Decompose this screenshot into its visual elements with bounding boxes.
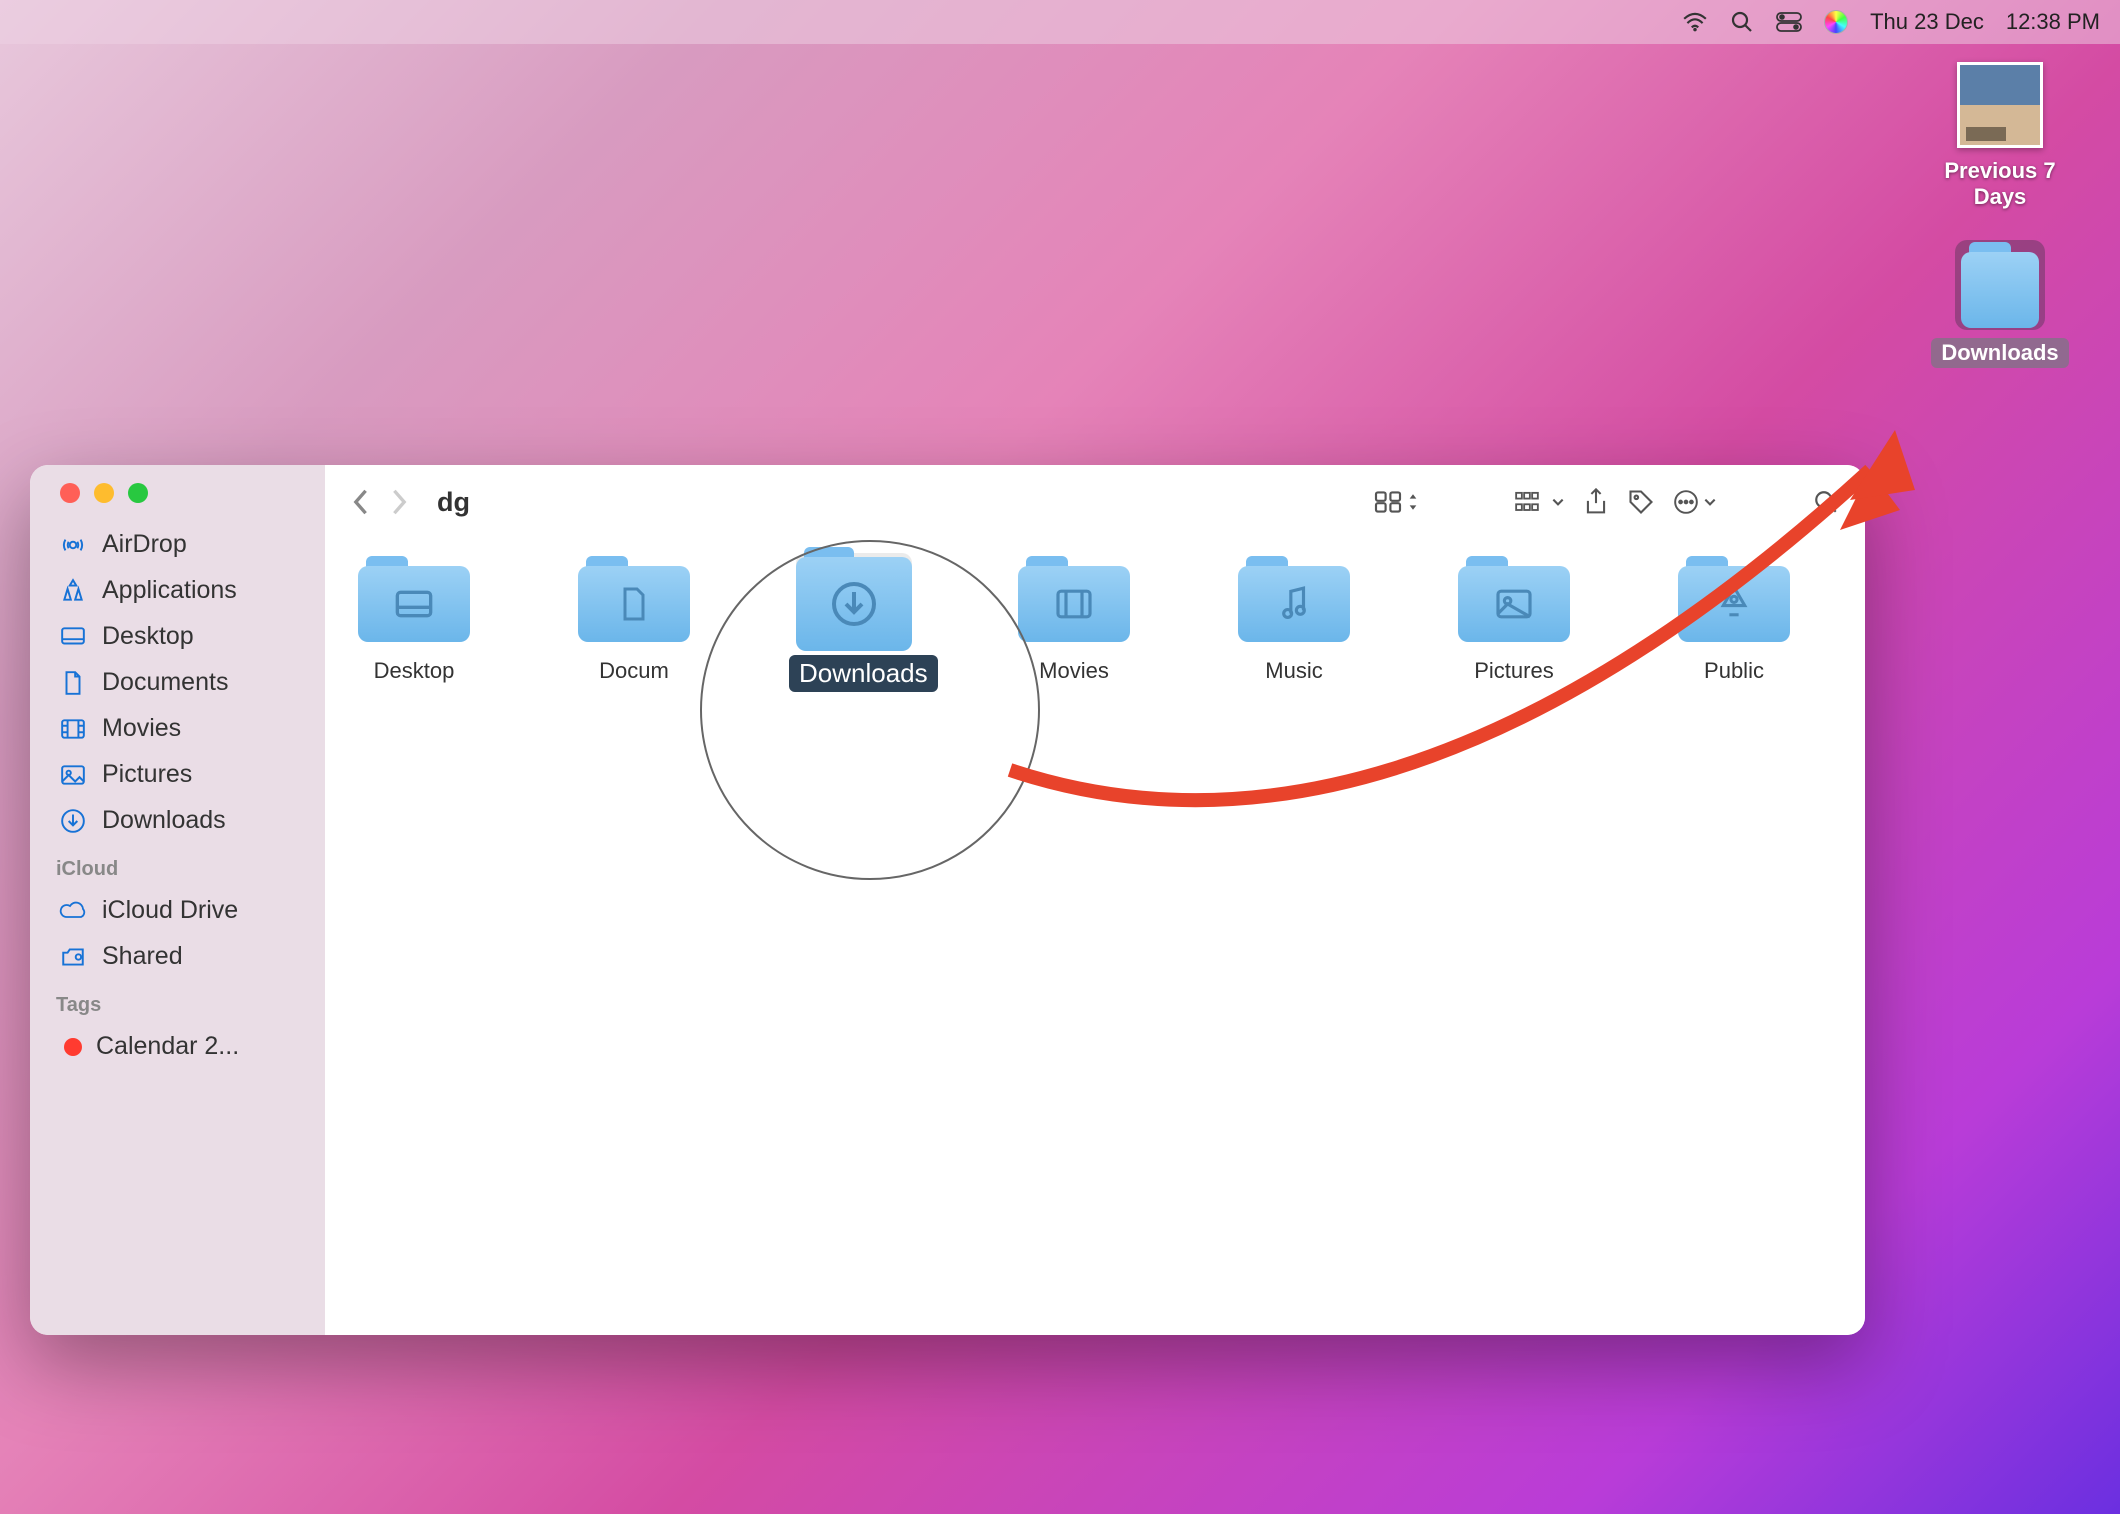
- view-icons-button[interactable]: [1373, 490, 1419, 514]
- share-button[interactable]: [1583, 487, 1609, 517]
- folder-item-movies[interactable]: Movies: [1009, 553, 1139, 692]
- folder-icon: [358, 556, 470, 642]
- sidebar-item-applications[interactable]: Applications: [38, 568, 317, 613]
- fullscreen-button[interactable]: [128, 483, 148, 503]
- folder-item-downloads[interactable]: Downloads: [789, 553, 919, 692]
- desktop-icon: [58, 626, 88, 648]
- finder-main: dg Desktop Docum Downloads: [325, 465, 1865, 1335]
- sidebar-item-label: Pictures: [102, 760, 192, 789]
- finder-window: AirDrop Applications Desktop Documents M…: [30, 465, 1865, 1335]
- sidebar-item-tag-calendar[interactable]: Calendar 2...: [38, 1024, 317, 1069]
- folder-icon: [578, 556, 690, 642]
- sidebar-header-icloud: iCloud: [30, 852, 325, 887]
- sidebar-item-airdrop[interactable]: AirDrop: [38, 522, 317, 567]
- folder-label: Movies: [1029, 655, 1119, 687]
- sidebar-header-tags: Tags: [30, 988, 325, 1023]
- minimize-button[interactable]: [94, 483, 114, 503]
- folder-icon: [1961, 242, 2039, 328]
- wifi-icon[interactable]: [1682, 12, 1708, 32]
- folder-icon: [1458, 556, 1570, 642]
- folder-item-pictures[interactable]: Pictures: [1449, 553, 1579, 692]
- folder-label: Pictures: [1464, 655, 1563, 687]
- sidebar-item-label: Documents: [102, 668, 228, 697]
- sidebar-item-documents[interactable]: Documents: [38, 660, 317, 705]
- desktop-item-downloads[interactable]: Downloads: [1920, 240, 2080, 368]
- folder-icon: [1678, 556, 1790, 642]
- folder-icon: [796, 547, 912, 651]
- finder-content[interactable]: Desktop Docum Downloads Movies Music Pic…: [325, 539, 1865, 1335]
- desktop-item-label: Downloads: [1931, 338, 2068, 368]
- image-icon: [1957, 62, 2043, 148]
- back-button[interactable]: [351, 488, 369, 516]
- pictures-icon: [58, 764, 88, 786]
- sidebar-item-label: Shared: [102, 942, 183, 971]
- sidebar-item-desktop[interactable]: Desktop: [38, 614, 317, 659]
- movies-icon: [58, 718, 88, 740]
- sidebar-item-label: Calendar 2...: [96, 1032, 239, 1061]
- menubar: Thu 23 Dec 12:38 PM: [0, 0, 2120, 44]
- sidebar-item-movies[interactable]: Movies: [38, 706, 317, 751]
- desktop-item-label: Previous 7 Days: [1920, 158, 2080, 210]
- folder-label: Desktop: [364, 655, 465, 687]
- sidebar-item-shared[interactable]: Shared: [38, 934, 317, 979]
- documents-icon: [58, 670, 88, 696]
- window-controls: [30, 483, 325, 517]
- folder-icon: [1018, 556, 1130, 642]
- sidebar-item-pictures[interactable]: Pictures: [38, 752, 317, 797]
- tag-dot-icon: [64, 1038, 82, 1056]
- folder-item-documents[interactable]: Docum: [569, 553, 699, 692]
- sidebar-item-label: iCloud Drive: [102, 896, 238, 925]
- spotlight-icon[interactable]: [1730, 10, 1754, 34]
- folder-item-public[interactable]: Public: [1669, 553, 1799, 692]
- sidebar-item-label: Applications: [102, 576, 237, 605]
- sidebar-item-label: AirDrop: [102, 530, 187, 559]
- search-button[interactable]: [1813, 489, 1839, 515]
- shared-icon: [58, 946, 88, 968]
- folder-item-desktop[interactable]: Desktop: [349, 553, 479, 692]
- cloud-icon: [58, 901, 88, 921]
- apps-icon: [58, 578, 88, 604]
- sidebar-item-label: Downloads: [102, 806, 226, 835]
- sidebar-item-label: Movies: [102, 714, 181, 743]
- folder-label: Docum: [589, 655, 679, 687]
- folder-icon: [1238, 556, 1350, 642]
- forward-button[interactable]: [391, 488, 409, 516]
- control-center-icon[interactable]: [1776, 12, 1802, 32]
- downloads-icon: [58, 808, 88, 834]
- folder-label: Downloads: [789, 655, 938, 692]
- finder-toolbar: dg: [325, 465, 1865, 539]
- folder-label: Public: [1694, 655, 1774, 687]
- desktop-item-previous-7-days[interactable]: Previous 7 Days: [1920, 60, 2080, 210]
- desktop-icons: Previous 7 Days Downloads: [1920, 60, 2080, 398]
- finder-sidebar: AirDrop Applications Desktop Documents M…: [30, 465, 325, 1335]
- close-button[interactable]: [60, 483, 80, 503]
- tags-button[interactable]: [1627, 488, 1655, 516]
- airdrop-icon: [58, 532, 88, 558]
- sidebar-item-downloads[interactable]: Downloads: [38, 798, 317, 843]
- folder-label: Music: [1255, 655, 1332, 687]
- actions-button[interactable]: [1673, 489, 1717, 515]
- sidebar-item-label: Desktop: [102, 622, 194, 651]
- finder-title: dg: [437, 487, 470, 518]
- group-button[interactable]: [1515, 490, 1565, 514]
- menubar-date[interactable]: Thu 23 Dec: [1870, 9, 1984, 35]
- siri-icon[interactable]: [1824, 10, 1848, 34]
- folder-item-music[interactable]: Music: [1229, 553, 1359, 692]
- sidebar-item-icloud-drive[interactable]: iCloud Drive: [38, 888, 317, 933]
- menubar-time[interactable]: 12:38 PM: [2006, 9, 2100, 35]
